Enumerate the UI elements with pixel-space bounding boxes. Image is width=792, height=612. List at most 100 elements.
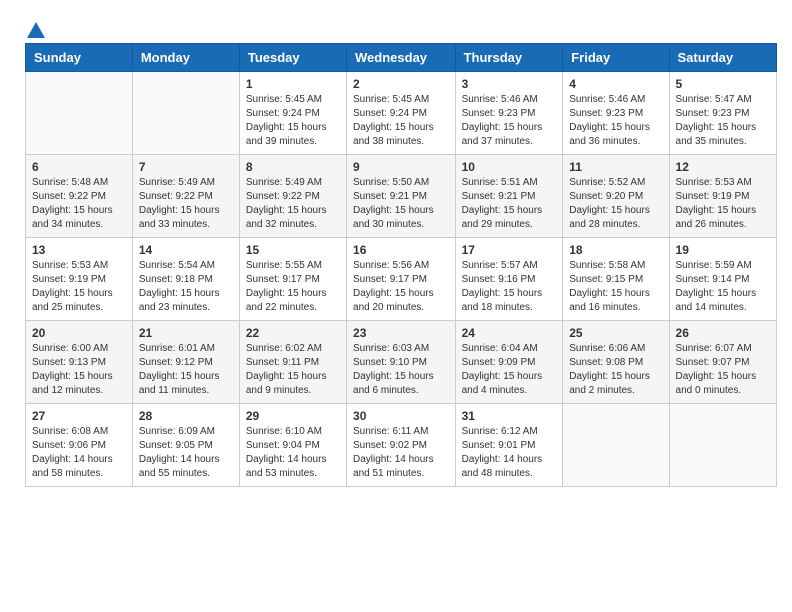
column-header-monday: Monday — [132, 44, 239, 72]
calendar-cell: 21Sunrise: 6:01 AM Sunset: 9:12 PM Dayli… — [132, 321, 239, 404]
day-number: 15 — [246, 243, 340, 257]
calendar-cell: 10 Sunrise: 5:51 AM Sunset: 9:21 PM Dayli… — [455, 155, 563, 238]
day-number: 26 — [676, 326, 770, 340]
day-number: 10 — [462, 160, 557, 174]
calendar-cell: 1 Sunrise: 5:45 AM Sunset: 9:24 PM Daylig… — [239, 72, 346, 155]
day-number: 29 — [246, 409, 340, 423]
calendar-cell: 3 Sunrise: 5:46 AM Sunset: 9:23 PM Daylig… — [455, 72, 563, 155]
column-header-sunday: Sunday — [26, 44, 133, 72]
calendar-cell: 14 Sunrise: 5:54 AM Sunset: 9:18 PM Dayli… — [132, 238, 239, 321]
day-info: Sunrise: 5:54 AM Sunset: 9:18 PM Dayligh… — [139, 259, 233, 315]
day-info: Sunrise: 6:07 AM Sunset: 9:07 PM Dayligh… — [676, 342, 770, 398]
day-info: Sunrise: 5:51 AM Sunset: 9:21 PM Dayligh… — [462, 176, 557, 232]
calendar-week-2: 6 Sunrise: 5:48 AM Sunset: 9:22 PM Daylig… — [26, 155, 777, 238]
day-info: Sunrise: 6:02 AM Sunset: 9:11 PM Dayligh… — [246, 342, 340, 398]
day-info: Sunrise: 5:46 AM Sunset: 9:23 PM Dayligh… — [462, 93, 557, 149]
calendar-header-row: SundayMondayTuesdayWednesdayThursdayFrid… — [26, 44, 777, 72]
logo-icon — [25, 20, 47, 42]
day-number: 24 — [462, 326, 557, 340]
day-info: Sunrise: 5:46 AM Sunset: 9:23 PM Dayligh… — [569, 93, 662, 149]
day-number: 17 — [462, 243, 557, 257]
day-info: Sunrise: 6:00 AM Sunset: 9:13 PM Dayligh… — [32, 342, 126, 398]
calendar-cell: 29 Sunrise: 6:10 AM Sunset: 9:04 PM Dayli… — [239, 404, 346, 487]
day-info: Sunrise: 5:53 AM Sunset: 9:19 PM Dayligh… — [32, 259, 126, 315]
day-number: 20 — [32, 326, 126, 340]
calendar-cell: 12 Sunrise: 5:53 AM Sunset: 9:19 PM Dayli… — [669, 155, 776, 238]
calendar-cell: 19 Sunrise: 5:59 AM Sunset: 9:14 PM Dayli… — [669, 238, 776, 321]
day-info: Sunrise: 5:53 AM Sunset: 9:19 PM Dayligh… — [676, 176, 770, 232]
calendar-cell — [563, 404, 669, 487]
day-number: 6 — [32, 160, 126, 174]
calendar-cell: 9Sunrise: 5:50 AM Sunset: 9:21 PM Daylig… — [347, 155, 456, 238]
calendar-week-3: 13 Sunrise: 5:53 AM Sunset: 9:19 PM Dayli… — [26, 238, 777, 321]
column-header-thursday: Thursday — [455, 44, 563, 72]
calendar-cell — [132, 72, 239, 155]
calendar-cell: 17 Sunrise: 5:57 AM Sunset: 9:16 PM Dayli… — [455, 238, 563, 321]
day-info: Sunrise: 6:06 AM Sunset: 9:08 PM Dayligh… — [569, 342, 662, 398]
logo — [25, 20, 47, 38]
day-number: 22 — [246, 326, 340, 340]
day-info: Sunrise: 5:45 AM Sunset: 9:24 PM Dayligh… — [246, 93, 340, 149]
column-header-wednesday: Wednesday — [347, 44, 456, 72]
day-number: 21 — [139, 326, 233, 340]
calendar-cell: 2 Sunrise: 5:45 AM Sunset: 9:24 PM Daylig… — [347, 72, 456, 155]
day-number: 13 — [32, 243, 126, 257]
calendar-cell: 28 Sunrise: 6:09 AM Sunset: 9:05 PM Dayli… — [132, 404, 239, 487]
calendar-cell: 26 Sunrise: 6:07 AM Sunset: 9:07 PM Dayli… — [669, 321, 776, 404]
column-header-saturday: Saturday — [669, 44, 776, 72]
day-info: Sunrise: 5:48 AM Sunset: 9:22 PM Dayligh… — [32, 176, 126, 232]
day-number: 28 — [139, 409, 233, 423]
day-number: 8 — [246, 160, 340, 174]
calendar-cell: 5Sunrise: 5:47 AM Sunset: 9:23 PM Daylig… — [669, 72, 776, 155]
calendar-cell — [669, 404, 776, 487]
day-number: 27 — [32, 409, 126, 423]
column-header-friday: Friday — [563, 44, 669, 72]
day-number: 25 — [569, 326, 662, 340]
day-number: 2 — [353, 77, 449, 91]
day-info: Sunrise: 5:56 AM Sunset: 9:17 PM Dayligh… — [353, 259, 449, 315]
calendar-cell: 4 Sunrise: 5:46 AM Sunset: 9:23 PM Daylig… — [563, 72, 669, 155]
calendar-cell: 6 Sunrise: 5:48 AM Sunset: 9:22 PM Daylig… — [26, 155, 133, 238]
day-number: 7 — [139, 160, 233, 174]
day-number: 11 — [569, 160, 662, 174]
calendar-table: SundayMondayTuesdayWednesdayThursdayFrid… — [25, 43, 777, 487]
day-info: Sunrise: 5:58 AM Sunset: 9:15 PM Dayligh… — [569, 259, 662, 315]
day-number: 4 — [569, 77, 662, 91]
day-number: 9 — [353, 160, 449, 174]
day-number: 16 — [353, 243, 449, 257]
day-number: 23 — [353, 326, 449, 340]
day-info: Sunrise: 6:10 AM Sunset: 9:04 PM Dayligh… — [246, 425, 340, 481]
day-number: 18 — [569, 243, 662, 257]
day-number: 14 — [139, 243, 233, 257]
day-info: Sunrise: 5:59 AM Sunset: 9:14 PM Dayligh… — [676, 259, 770, 315]
day-info: Sunrise: 5:47 AM Sunset: 9:23 PM Dayligh… — [676, 93, 770, 149]
day-info: Sunrise: 6:12 AM Sunset: 9:01 PM Dayligh… — [462, 425, 557, 481]
day-info: Sunrise: 5:55 AM Sunset: 9:17 PM Dayligh… — [246, 259, 340, 315]
calendar-week-4: 20 Sunrise: 6:00 AM Sunset: 9:13 PM Dayli… — [26, 321, 777, 404]
day-info: Sunrise: 5:45 AM Sunset: 9:24 PM Dayligh… — [353, 93, 449, 149]
day-number: 12 — [676, 160, 770, 174]
page-header — [10, 10, 782, 43]
calendar-cell: 13 Sunrise: 5:53 AM Sunset: 9:19 PM Dayli… — [26, 238, 133, 321]
calendar-cell: 22 Sunrise: 6:02 AM Sunset: 9:11 PM Dayli… — [239, 321, 346, 404]
calendar-cell: 15 Sunrise: 5:55 AM Sunset: 9:17 PM Dayli… — [239, 238, 346, 321]
calendar-cell: 11Sunrise: 5:52 AM Sunset: 9:20 PM Dayli… — [563, 155, 669, 238]
day-info: Sunrise: 5:57 AM Sunset: 9:16 PM Dayligh… — [462, 259, 557, 315]
calendar-cell: 16 Sunrise: 5:56 AM Sunset: 9:17 PM Dayli… — [347, 238, 456, 321]
column-header-tuesday: Tuesday — [239, 44, 346, 72]
calendar-cell: 30Sunrise: 6:11 AM Sunset: 9:02 PM Dayli… — [347, 404, 456, 487]
calendar-cell: 18 Sunrise: 5:58 AM Sunset: 9:15 PM Dayli… — [563, 238, 669, 321]
calendar-cell: 23 Sunrise: 6:03 AM Sunset: 9:10 PM Dayli… — [347, 321, 456, 404]
calendar-cell: 27Sunrise: 6:08 AM Sunset: 9:06 PM Dayli… — [26, 404, 133, 487]
day-info: Sunrise: 6:09 AM Sunset: 9:05 PM Dayligh… — [139, 425, 233, 481]
calendar-cell: 25 Sunrise: 6:06 AM Sunset: 9:08 PM Dayli… — [563, 321, 669, 404]
day-info: Sunrise: 6:11 AM Sunset: 9:02 PM Dayligh… — [353, 425, 449, 481]
day-info: Sunrise: 6:03 AM Sunset: 9:10 PM Dayligh… — [353, 342, 449, 398]
calendar-week-5: 27Sunrise: 6:08 AM Sunset: 9:06 PM Dayli… — [26, 404, 777, 487]
day-number: 19 — [676, 243, 770, 257]
calendar-cell: 20 Sunrise: 6:00 AM Sunset: 9:13 PM Dayli… — [26, 321, 133, 404]
day-info: Sunrise: 6:04 AM Sunset: 9:09 PM Dayligh… — [462, 342, 557, 398]
calendar-cell: 7Sunrise: 5:49 AM Sunset: 9:22 PM Daylig… — [132, 155, 239, 238]
day-number: 3 — [462, 77, 557, 91]
day-number: 1 — [246, 77, 340, 91]
